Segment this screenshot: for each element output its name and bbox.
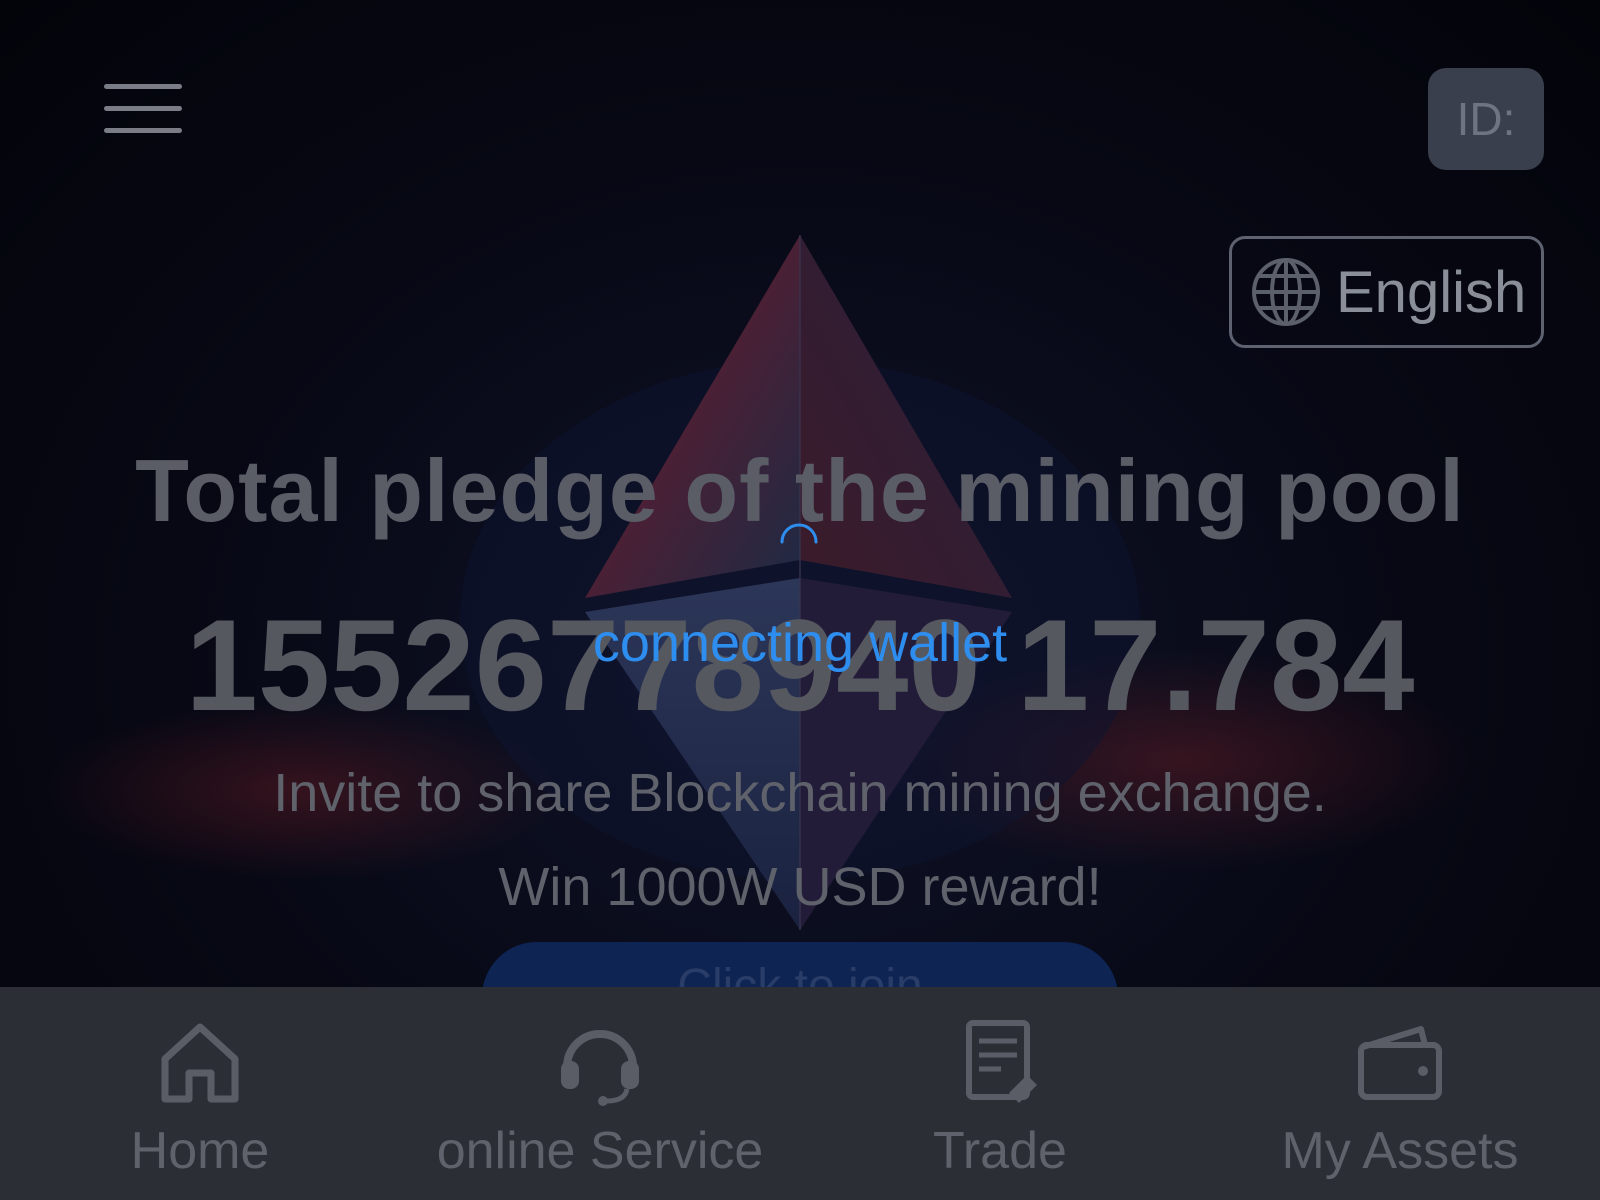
globe-icon	[1252, 258, 1320, 326]
app-screen: ID: English Total pledge of the mining p…	[0, 0, 1600, 1200]
hamburger-menu-icon[interactable]	[104, 82, 184, 134]
tab-online-service[interactable]: online Service	[400, 987, 800, 1200]
tab-online-service-label: online Service	[436, 1122, 764, 1180]
tab-my-assets-label: My Assets	[1281, 1122, 1519, 1180]
loading-spinner-icon	[780, 523, 818, 544]
tab-trade[interactable]: Trade	[800, 987, 1200, 1200]
home-icon	[161, 1023, 239, 1103]
headset-icon	[561, 1030, 639, 1106]
user-id-label: ID:	[1456, 93, 1516, 145]
trade-document-icon	[966, 1020, 1037, 1103]
tab-home-label: Home	[130, 1122, 270, 1180]
user-id-button[interactable]: ID:	[1428, 68, 1544, 170]
language-label: English	[1336, 259, 1527, 325]
tab-home[interactable]: Home	[0, 987, 400, 1200]
language-selector[interactable]: English	[1229, 236, 1544, 348]
reward-text: Win 1000W USD reward!	[498, 857, 1102, 917]
bottom-tab-bar: Home online Service Trade My Assets	[0, 987, 1600, 1200]
wallet-icon	[1358, 1026, 1442, 1100]
loading-text: connecting wallet	[592, 613, 1008, 673]
tab-trade-label: Trade	[933, 1122, 1067, 1180]
tab-my-assets[interactable]: My Assets	[1200, 987, 1600, 1200]
invite-text: Invite to share Blockchain mining exchan…	[273, 763, 1327, 823]
